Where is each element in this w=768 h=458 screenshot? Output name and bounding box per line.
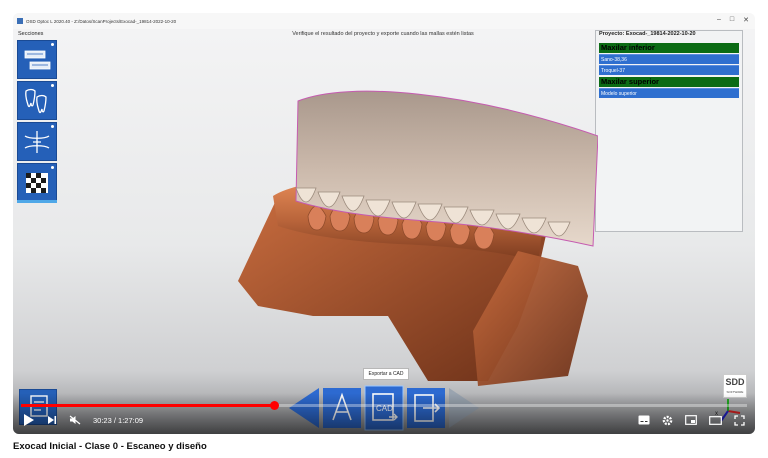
video-title: Exocad Inicial - Clase 0 - Escaneo y dis… <box>13 441 207 452</box>
play-button[interactable] <box>23 413 35 427</box>
window-title: OSD Optoc L 2020.40 - Z:/Datos/ScanProje… <box>26 18 177 24</box>
section-scan-button[interactable] <box>17 40 57 79</box>
next-icon <box>48 416 57 424</box>
progress-played <box>21 404 274 407</box>
maximize-button[interactable]: □ <box>730 16 734 24</box>
play-icon <box>24 414 34 426</box>
mute-icon <box>69 415 81 425</box>
dental-scan-3d-view[interactable] <box>218 76 598 396</box>
miniplayer-button[interactable] <box>685 415 697 425</box>
next-button[interactable] <box>47 415 57 425</box>
sections-label: Secciones <box>18 31 44 37</box>
mesh-item-sano[interactable]: Sano-38,36 <box>599 54 739 64</box>
group-header-maxilar-inferior[interactable]: Maxilar inferior <box>599 43 739 53</box>
scan-arches-icon <box>24 50 51 69</box>
progress-bar[interactable] <box>21 401 747 410</box>
finish-flag-icon <box>26 172 48 193</box>
video-player[interactable]: OSD Optoc L 2020.40 - Z:/Datos/ScanProje… <box>13 13 755 434</box>
progress-scrubber[interactable] <box>269 401 279 410</box>
close-button[interactable]: ✕ <box>743 16 749 24</box>
subtitles-button[interactable] <box>638 415 650 425</box>
subtitles-icon <box>638 415 650 425</box>
project-title: Proyecto: Exocad-_19814-2022-10-20 <box>599 31 696 37</box>
fullscreen-button[interactable] <box>734 414 745 426</box>
articulator-icon <box>24 130 50 153</box>
mesh-item-modelo-superior[interactable]: Modelo superior <box>599 88 739 98</box>
settings-icon <box>662 415 673 425</box>
export-tooltip: Exportar a CAD <box>363 368 409 380</box>
section-teeth-button[interactable] <box>17 81 57 120</box>
theater-button[interactable] <box>709 415 722 425</box>
settings-button[interactable] <box>662 415 673 426</box>
instruction-text: Verifique el resultado del proyecto y ex… <box>292 31 474 37</box>
group-header-maxilar-superior[interactable]: Maxilar superior <box>599 77 739 87</box>
mesh-item-troquel[interactable]: Troquel-37 <box>599 65 739 75</box>
sections-sidebar <box>17 40 57 202</box>
section-articulator-button[interactable] <box>17 122 57 161</box>
minimize-button[interactable]: – <box>717 16 721 24</box>
window-titlebar: OSD Optoc L 2020.40 - Z:/Datos/ScanProje… <box>13 13 755 29</box>
fullscreen-icon <box>734 414 745 426</box>
theater-icon <box>709 415 722 425</box>
app-icon <box>17 18 23 24</box>
teeth-icon <box>25 88 47 113</box>
miniplayer-icon <box>685 415 697 425</box>
time-display: 30:23 / 1:27:09 <box>93 415 144 425</box>
active-section-indicator <box>17 200 57 203</box>
section-finish-button[interactable] <box>17 163 57 202</box>
mute-button[interactable] <box>69 415 81 425</box>
